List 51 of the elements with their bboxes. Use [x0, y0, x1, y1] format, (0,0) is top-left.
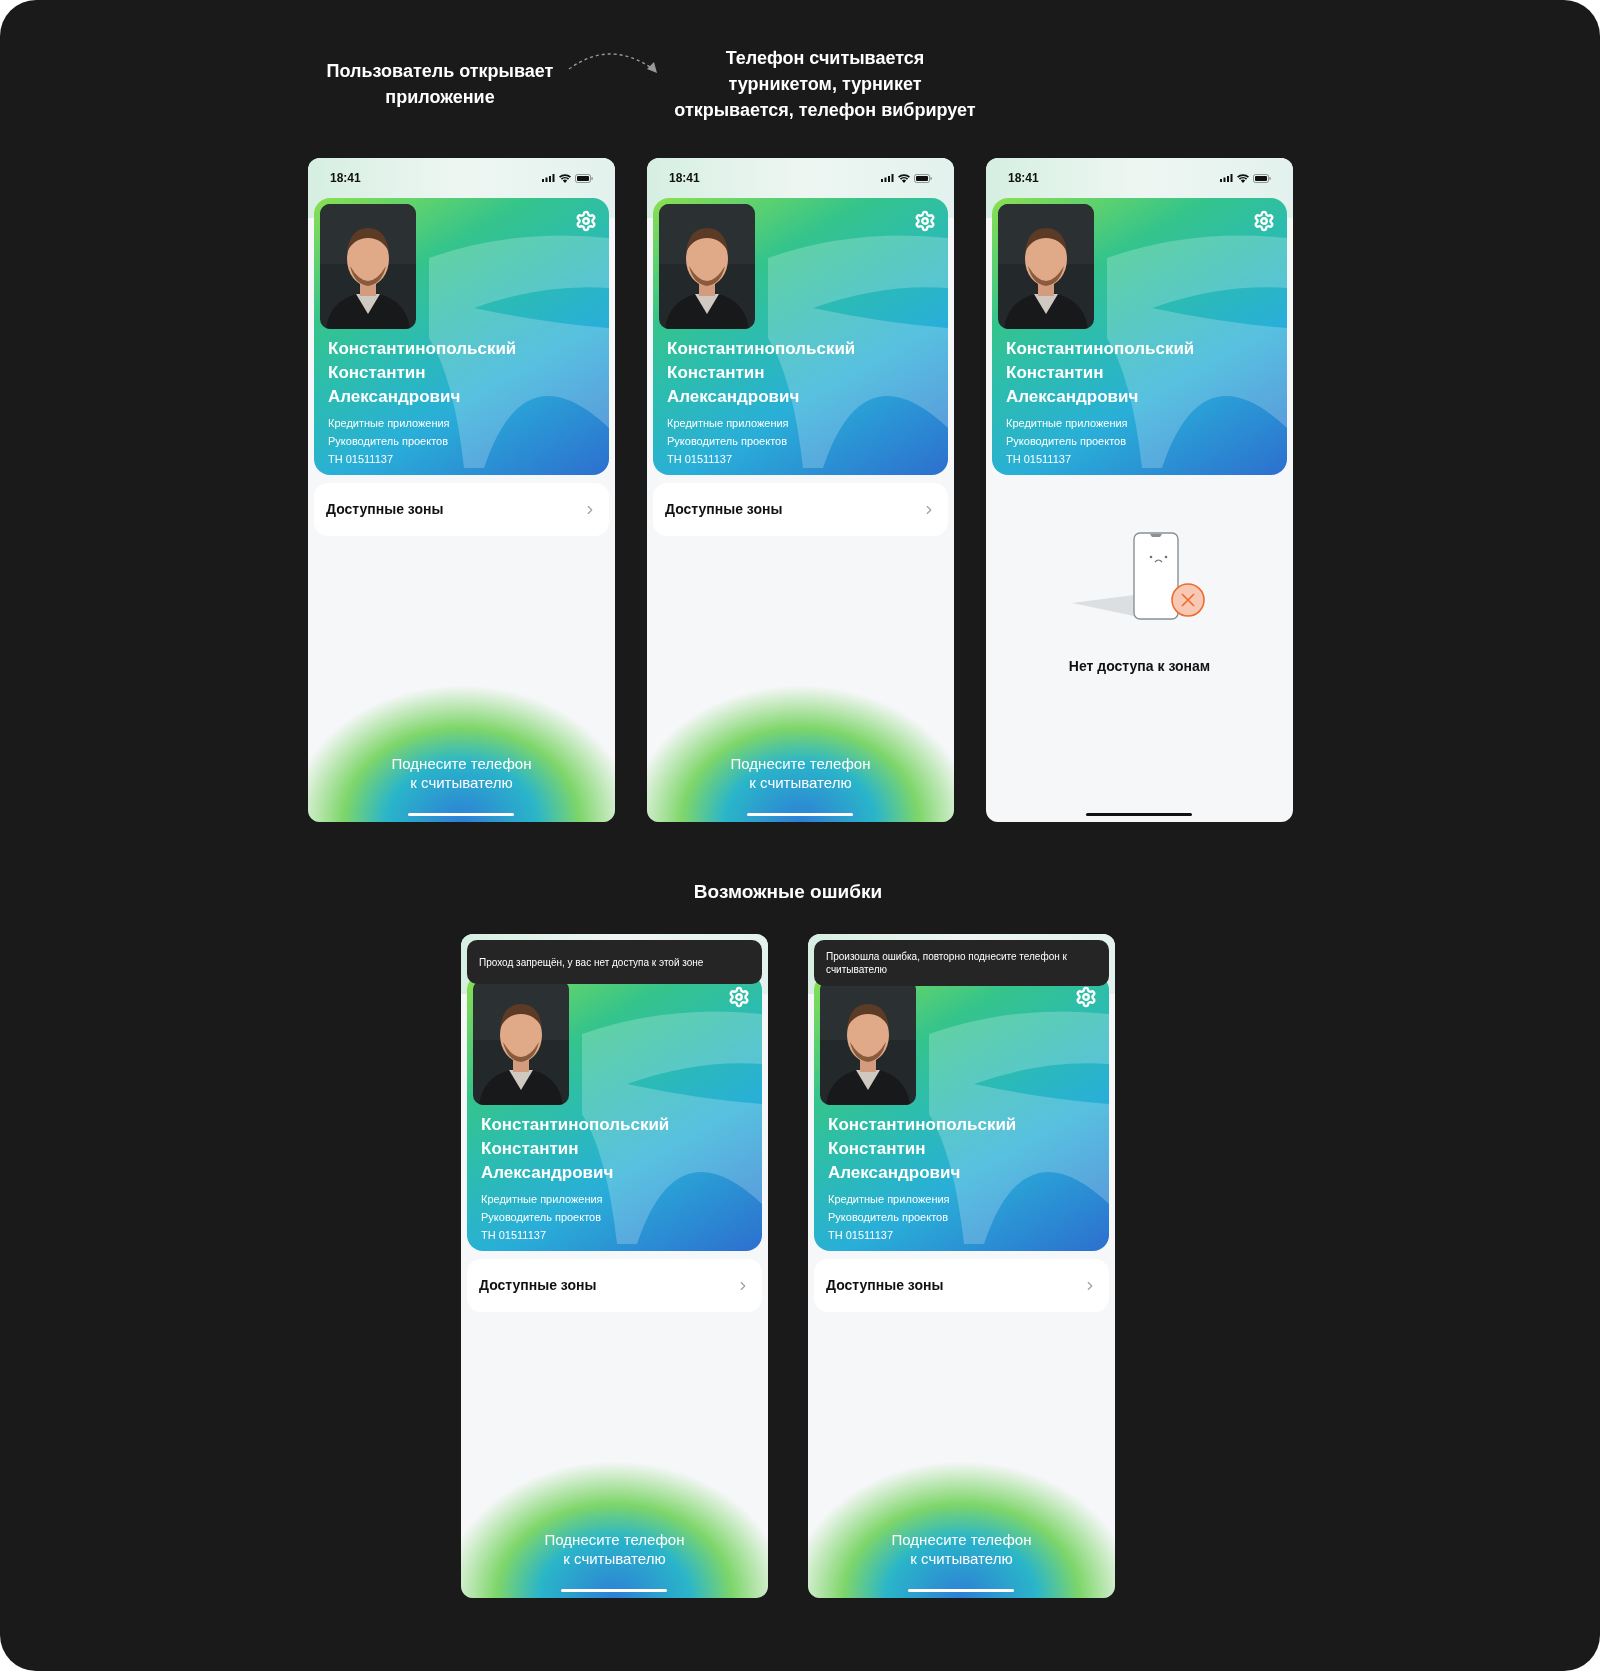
- employee-number: ТН 01511137: [328, 452, 395, 467]
- zones-row[interactable]: Доступные зоны: [314, 483, 609, 536]
- step-caption: Телефон считывается турникетом, турникет открывается, телефон вибрирует: [673, 47, 977, 122]
- hint-text: Поднесите телефон к считывателю: [391, 754, 532, 792]
- toast-text: Проход запрещён, у вас нет доступа к этой зоне: [479, 955, 704, 969]
- battery-icon: [914, 173, 932, 183]
- wifi-icon: [1237, 173, 1249, 183]
- department-text: Кредитные приложения: [667, 416, 790, 431]
- battery-icon: [1253, 173, 1271, 183]
- position-text: Руководитель проектов: [481, 1210, 603, 1225]
- employee-name: Константинопольский Константин Александрович: [328, 338, 518, 408]
- hint-text: Поднесите телефон к считывателю: [544, 1530, 685, 1568]
- zones-row[interactable]: Доступные зоны: [467, 1259, 762, 1312]
- zones-row[interactable]: Доступные зоны: [814, 1259, 1109, 1312]
- battery-icon: [575, 173, 593, 183]
- department-text: Кредитные приложения: [481, 1192, 604, 1207]
- position-text: Руководитель проектов: [328, 434, 450, 449]
- status-time: 18:41: [1008, 170, 1039, 187]
- section-title: Возможные ошибки: [692, 880, 884, 904]
- employee-number: ТН 01511137: [481, 1228, 548, 1243]
- wifi-icon: [559, 173, 571, 183]
- hint-text: Поднесите телефон к считывателю: [891, 1530, 1032, 1568]
- department-text: Кредитные приложения: [328, 416, 451, 431]
- toast-text: Произошла ошибка, повторно поднесите телефон к считывателю: [826, 950, 1068, 976]
- employee-name: Константинопольский Константин Александрович: [667, 338, 857, 408]
- settings-icon[interactable]: [1253, 210, 1275, 232]
- signal-icon: [1220, 174, 1233, 182]
- zones-row[interactable]: Доступные зоны: [653, 483, 948, 536]
- status-time: 18:41: [669, 170, 700, 187]
- position-text: Руководитель проектов: [667, 434, 789, 449]
- step-caption: Пользователь открывает приложение: [325, 60, 555, 109]
- employee-number: ТН 01511137: [667, 452, 734, 467]
- wifi-icon: [898, 173, 910, 183]
- employee-number: ТН 01511137: [828, 1228, 895, 1243]
- position-text: Руководитель проектов: [1006, 434, 1128, 449]
- department-text: Кредитные приложения: [1006, 416, 1129, 431]
- settings-icon[interactable]: [575, 210, 597, 232]
- hint-text: Поднесите телефон к считывателю: [730, 754, 871, 792]
- settings-icon[interactable]: [914, 210, 936, 232]
- no-access-message: Нет доступа к зонам: [1068, 657, 1211, 676]
- signal-icon: [542, 174, 555, 182]
- employee-name: Константинопольский Константин Александрович: [481, 1114, 671, 1184]
- employee-name: Константинопольский Константин Александрович: [1006, 338, 1196, 408]
- status-time: 18:41: [330, 170, 361, 187]
- settings-icon[interactable]: [728, 986, 750, 1008]
- employee-number: ТН 01511137: [1006, 452, 1073, 467]
- employee-name: Константинопольский Константин Александрович: [828, 1114, 1018, 1184]
- position-text: Руководитель проектов: [828, 1210, 950, 1225]
- department-text: Кредитные приложения: [828, 1192, 951, 1207]
- settings-icon[interactable]: [1075, 986, 1097, 1008]
- signal-icon: [881, 174, 894, 182]
